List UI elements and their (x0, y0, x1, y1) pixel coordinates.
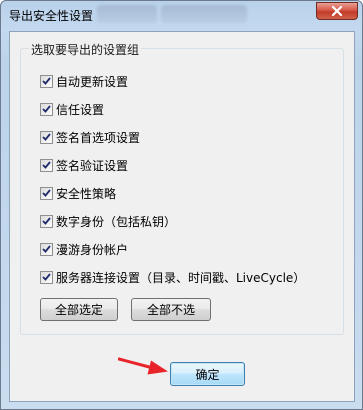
checkbox-label: 服务器连接设置（目录、时间戳、LiveCycle） (56, 270, 306, 285)
checkbox-server-connection[interactable]: 服务器连接设置（目录、时间戳、LiveCycle） (40, 268, 305, 286)
checkmark-icon (42, 77, 51, 85)
window-title: 导出安全性设置 (9, 9, 94, 23)
select-all-button[interactable]: 全部选定 (40, 298, 118, 321)
checkbox-label: 漫游身份帐户 (56, 242, 129, 257)
checkbox-label: 安全性策略 (56, 186, 117, 201)
checkbox-box[interactable] (40, 158, 53, 172)
red-arrow-annotation (118, 357, 168, 375)
checkbox-box[interactable] (40, 242, 53, 256)
checkbox-box[interactable] (40, 74, 53, 88)
deselect-all-button[interactable]: 全部不选 (131, 298, 211, 321)
checkbox-roaming-id-accounts[interactable]: 漫游身份帐户 (40, 240, 128, 258)
close-button[interactable] (316, 2, 358, 20)
checkmark-icon (42, 105, 51, 113)
checkbox-auto-update[interactable]: 自动更新设置 (40, 72, 128, 90)
checkbox-label: 信任设置 (56, 102, 105, 117)
checkbox-box[interactable] (40, 186, 53, 200)
title-bar[interactable]: 导出安全性设置 (1, 1, 362, 29)
checkbox-box[interactable] (40, 214, 53, 228)
checkbox-security-policy[interactable]: 安全性策略 (40, 184, 116, 202)
checkbox-label: 签名验证设置 (56, 158, 129, 173)
checkmark-icon (42, 217, 51, 225)
dialog-content: 选取要导出的设置组 自动更新设置 信任设置 签名首选项设置 签名验证设置 安全性… (9, 31, 355, 402)
checkmark-icon (42, 245, 51, 253)
checkbox-label: 签名首选项设置 (56, 130, 141, 145)
checkbox-digital-ids[interactable]: 数字身份（包括私钥） (40, 212, 176, 230)
checkbox-signature-preferences[interactable]: 签名首选项设置 (40, 128, 140, 146)
checkbox-label: 数字身份（包括私钥） (56, 214, 177, 229)
checkbox-box[interactable] (40, 102, 53, 116)
checkbox-signature-verification[interactable]: 签名验证设置 (40, 156, 128, 174)
close-icon (331, 6, 343, 16)
checkbox-label: 自动更新设置 (56, 74, 129, 89)
group-box-label: 选取要导出的设置组 (29, 41, 142, 58)
checkmark-icon (42, 189, 51, 197)
checkmark-icon (42, 273, 51, 281)
checkmark-icon (42, 161, 51, 169)
checkmark-icon (42, 133, 51, 141)
ok-button[interactable]: 确定 (170, 362, 245, 386)
blurred-background-title (161, 5, 247, 23)
checkbox-box[interactable] (40, 130, 53, 144)
checkbox-trust-settings[interactable]: 信任设置 (40, 100, 104, 118)
settings-group-box: 选取要导出的设置组 自动更新设置 信任设置 签名首选项设置 签名验证设置 安全性… (20, 41, 344, 335)
blurred-background-title (97, 5, 157, 23)
export-security-settings-dialog: 导出安全性设置 选取要导出的设置组 自动更新设置 信任设置 签名首选项设置 签名… (0, 0, 363, 410)
checkbox-box[interactable] (40, 270, 53, 284)
